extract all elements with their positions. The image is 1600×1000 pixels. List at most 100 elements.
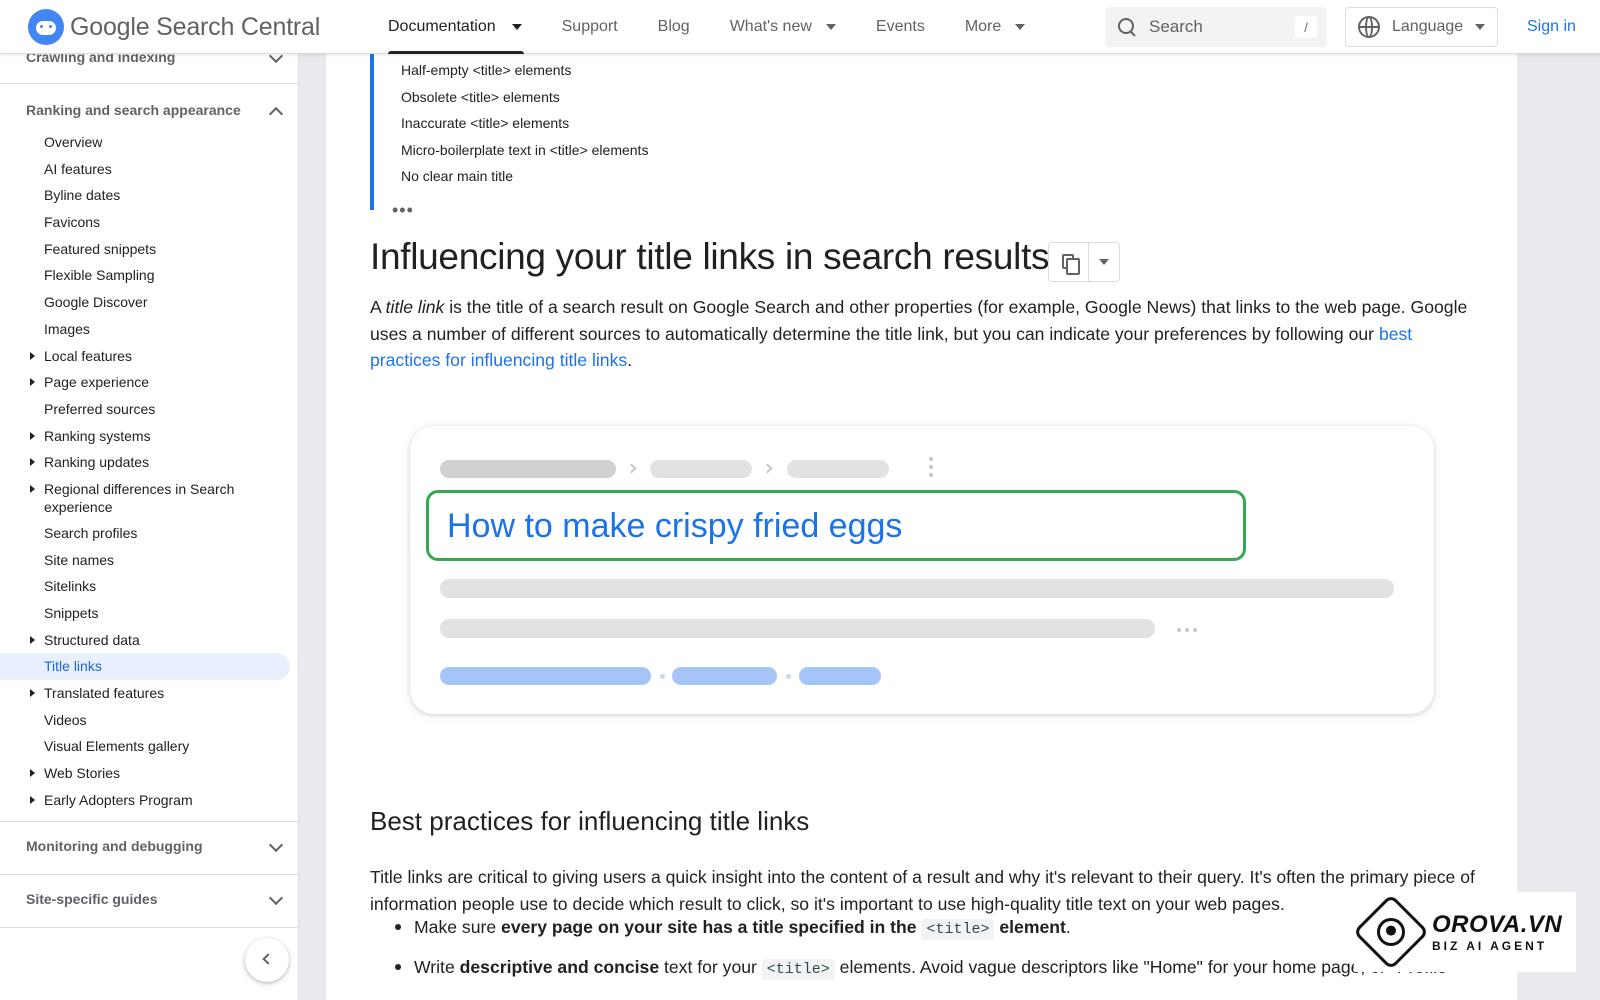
language-selector[interactable]: Language <box>1345 7 1498 47</box>
sidebar-item-ranking-systems[interactable]: Ranking systems <box>0 423 298 450</box>
sidebar-item-ai-features[interactable]: AI features <box>0 156 298 183</box>
toc-item[interactable]: Inaccurate <title> elements <box>401 113 648 140</box>
chevron-down-icon[interactable] <box>268 837 284 853</box>
breadcrumb-placeholder <box>787 460 889 478</box>
sidebar-item-sitelinks[interactable]: Sitelinks <box>0 573 298 600</box>
search-placeholder: Search <box>1149 17 1203 36</box>
toc-more-button[interactable]: ••• <box>392 200 414 221</box>
sidebar-item-visual-elements-gallery[interactable]: Visual Elements gallery <box>0 733 298 760</box>
copy-icon[interactable] <box>1062 254 1080 275</box>
chevron-down-icon[interactable] <box>268 890 284 906</box>
nav-whats-new[interactable]: What's new <box>730 0 852 54</box>
sidebar-item-page-experience[interactable]: Page experience <box>0 369 298 396</box>
sidebar-section-monitoring[interactable]: Monitoring and debugging <box>26 838 203 854</box>
sidebar: Crawling and indexing Ranking and search… <box>0 54 299 1000</box>
breadcrumb-placeholder <box>440 460 616 478</box>
caret-down-icon <box>1475 24 1486 30</box>
breadcrumb-placeholder <box>650 460 752 478</box>
sidebar-item-preferred-sources[interactable]: Preferred sources <box>0 396 298 423</box>
title-link-highlight: How to make crispy fried eggs <box>426 490 1246 561</box>
section-heading: Best practices for influencing title lin… <box>370 806 810 836</box>
expand-arrow-icon[interactable] <box>30 795 35 804</box>
sidebar-item-regional-differences[interactable]: Regional differences in Search experienc… <box>0 476 298 520</box>
sidebar-item-google-discover[interactable]: Google Discover <box>0 289 298 316</box>
sidebar-section-ranking[interactable]: Ranking and search appearance <box>26 102 241 118</box>
separator-dot <box>786 674 791 679</box>
orova-logo-icon <box>1352 893 1430 971</box>
watermark-logo: OROVA.VN BIZ AI AGENT <box>1352 892 1576 972</box>
sidebar-item-early-adopters[interactable]: Early Adopters Program <box>0 787 298 814</box>
toc-list: Half-empty <title> elements Obsolete <ti… <box>401 60 648 193</box>
title-link-illustration: How to make crispy fried eggs <box>410 426 1434 714</box>
breadcrumb-chevron-icon <box>626 463 637 474</box>
more-vert-icon <box>929 457 933 461</box>
toc-indicator-bar <box>370 54 374 210</box>
sidebar-item-flexible-sampling[interactable]: Flexible Sampling <box>0 262 298 289</box>
sidebar-item-videos[interactable]: Videos <box>0 707 298 734</box>
sidebar-item-ranking-updates[interactable]: Ranking updates <box>0 449 298 476</box>
caret-down-icon <box>1015 24 1026 30</box>
expand-arrow-icon[interactable] <box>30 458 35 467</box>
expand-arrow-icon[interactable] <box>30 769 35 778</box>
caret-down-icon <box>1099 259 1109 265</box>
sidebar-item-overview[interactable]: Overview <box>0 129 298 156</box>
snippet-placeholder <box>440 579 1394 598</box>
toc-item[interactable]: Micro-boilerplate text in <title> elemen… <box>401 140 648 167</box>
divider <box>0 874 298 875</box>
toc-item[interactable]: Obsolete <title> elements <box>401 87 648 114</box>
sidebar-item-site-names[interactable]: Site names <box>0 547 298 574</box>
divider <box>0 927 298 928</box>
sidebar-item-structured-data[interactable]: Structured data <box>0 627 298 654</box>
nav-blog[interactable]: Blog <box>658 0 706 54</box>
sidebar-section-site-specific[interactable]: Site-specific guides <box>26 891 157 907</box>
sitelink-placeholder <box>440 667 651 685</box>
sidebar-item-snippets[interactable]: Snippets <box>0 600 298 627</box>
search-input[interactable]: Search / <box>1105 7 1327 47</box>
sidebar-item-local-features[interactable]: Local features <box>0 343 298 370</box>
copy-options-dropdown[interactable] <box>1089 243 1119 281</box>
sidebar-item-title-links[interactable]: Title links <box>0 653 290 681</box>
illustration-title-link: How to make crispy fried eggs <box>447 507 903 545</box>
nav-more[interactable]: More <box>965 0 1041 54</box>
sidebar-item-byline-dates[interactable]: Byline dates <box>0 182 298 209</box>
site-logo[interactable]: Google Search Central <box>28 8 320 46</box>
list-item: Make sure every page on your site has a … <box>370 914 1480 954</box>
collapse-sidebar-button[interactable] <box>245 938 289 982</box>
nav-support[interactable]: Support <box>562 0 634 54</box>
copy-link-button[interactable] <box>1048 242 1120 282</box>
sidebar-item-translated-features[interactable]: Translated features <box>0 680 298 707</box>
search-central-logo-icon <box>28 9 64 45</box>
list-item: Write descriptive and concise text for y… <box>370 954 1480 994</box>
chevron-up-icon[interactable] <box>268 106 284 122</box>
nav-documentation[interactable]: Documentation <box>388 0 538 54</box>
sidebar-list: Overview AI features Byline dates Favico… <box>0 129 298 814</box>
sidebar-item-featured-snippets[interactable]: Featured snippets <box>0 236 298 263</box>
expand-arrow-icon[interactable] <box>30 484 35 493</box>
search-icon <box>1117 17 1137 37</box>
expand-arrow-icon[interactable] <box>30 378 35 387</box>
sidebar-item-images[interactable]: Images <box>0 316 298 343</box>
chevron-down-icon[interactable] <box>268 54 284 64</box>
caret-down-icon <box>511 24 522 30</box>
expand-arrow-icon[interactable] <box>30 689 35 698</box>
sitelink-placeholder <box>799 667 881 685</box>
expand-arrow-icon[interactable] <box>30 635 35 644</box>
sidebar-item-web-stories[interactable]: Web Stories <box>0 760 298 787</box>
watermark-title: OROVA.VN <box>1432 911 1563 938</box>
logo-text: Google Search Central <box>70 12 321 41</box>
language-label: Language <box>1392 18 1464 35</box>
top-bar: Google Search Central Documentation Supp… <box>0 0 1600 54</box>
separator-dot <box>660 674 665 679</box>
toc-item[interactable]: Half-empty <title> elements <box>401 60 648 87</box>
sign-in-link[interactable]: Sign in <box>1527 18 1576 36</box>
best-practices-list: Make sure every page on your site has a … <box>370 914 1480 993</box>
page-title: Influencing your title links in search r… <box>370 236 1050 277</box>
expand-arrow-icon[interactable] <box>30 351 35 360</box>
nav-events[interactable]: Events <box>876 0 941 54</box>
expand-arrow-icon[interactable] <box>30 431 35 440</box>
toc-item[interactable]: No clear main title <box>401 166 648 193</box>
sidebar-item-favicons[interactable]: Favicons <box>0 209 298 236</box>
main-nav: Documentation Support Blog What's new Ev… <box>388 0 1065 54</box>
sidebar-section-crawling[interactable]: Crawling and indexing <box>26 54 175 65</box>
sidebar-item-search-profiles[interactable]: Search profiles <box>0 520 298 547</box>
